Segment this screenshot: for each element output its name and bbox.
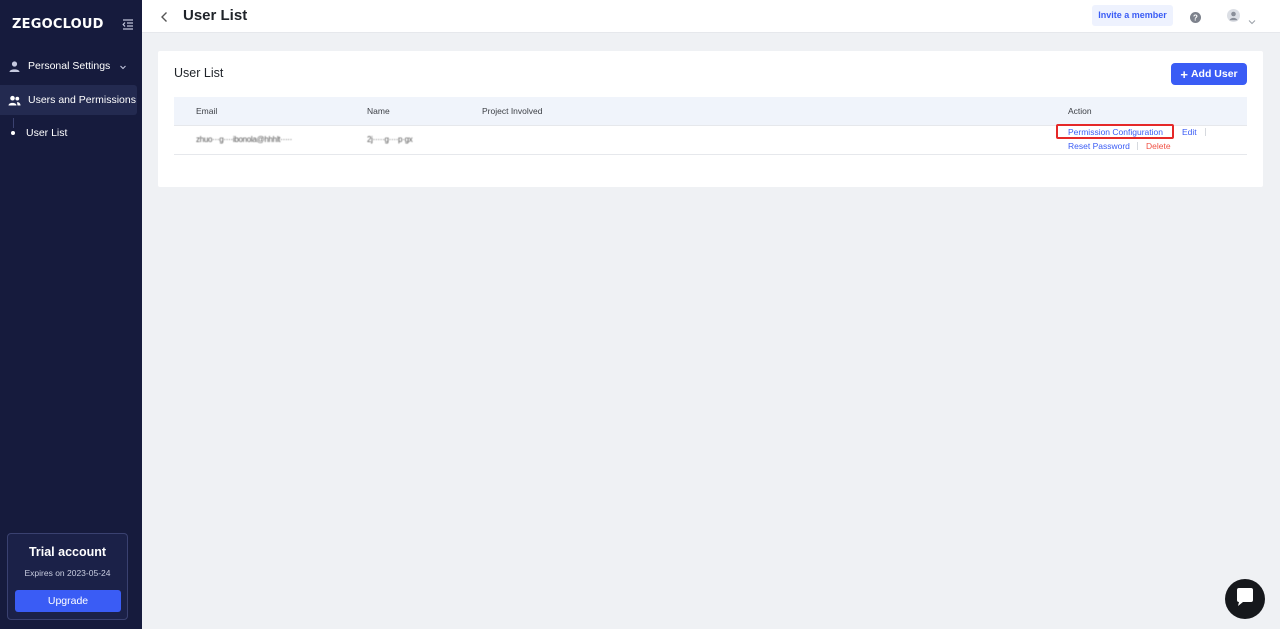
chat-bubble-icon — [1235, 587, 1255, 612]
collapse-menu-icon[interactable] — [122, 18, 134, 31]
chat-support-button[interactable] — [1225, 579, 1265, 619]
sidebar-subitem-user-list[interactable]: User List — [0, 124, 137, 142]
table-header: Email Name Project Involved Action — [174, 97, 1247, 126]
sidebar: ZEGOCLOUD Personal Settings Users and Pe… — [0, 0, 142, 629]
chevron-down-icon — [119, 62, 127, 70]
logo-row: ZEGOCLOUD — [12, 17, 134, 33]
sidebar-item-label: Personal Settings — [28, 60, 111, 72]
invite-member-button[interactable]: Invite a member — [1092, 5, 1173, 26]
reset-password-link[interactable]: Reset Password — [1068, 141, 1130, 151]
plus-icon: + — [1180, 66, 1188, 82]
edit-link[interactable]: Edit — [1182, 127, 1197, 137]
bullet-icon — [11, 131, 15, 135]
divider — [1205, 128, 1206, 136]
user-list-card: User List + Add User Email Name Project … — [158, 51, 1263, 187]
column-header-email: Email — [196, 106, 218, 116]
table-row: zhuo···g····ibonola@hhhlt····· 2j·····g·… — [174, 124, 1247, 155]
trial-expiry: Expires on 2023-05-24 — [24, 568, 111, 578]
trial-title: Trial account — [28, 545, 107, 559]
upgrade-button[interactable]: Upgrade — [15, 590, 121, 612]
delete-link[interactable]: Delete — [1146, 141, 1171, 151]
column-header-project: Project Involved — [482, 106, 543, 116]
logo[interactable]: ZEGOCLOUD — [12, 17, 104, 32]
column-header-action: Action — [1068, 106, 1092, 116]
page-title: User List — [183, 7, 248, 24]
chevron-down-icon[interactable] — [1248, 12, 1256, 25]
sidebar-subitem-label: User List — [26, 127, 68, 139]
avatar-icon[interactable] — [1227, 9, 1240, 22]
back-arrow-icon[interactable] — [160, 10, 169, 22]
divider — [1137, 142, 1138, 150]
svg-text:?: ? — [1193, 13, 1198, 22]
user-icon — [8, 60, 21, 73]
permission-configuration-link[interactable]: Permission Configuration — [1068, 127, 1163, 137]
add-user-button[interactable]: + Add User — [1171, 63, 1247, 85]
users-icon — [8, 94, 21, 107]
add-user-label: Add User — [1190, 68, 1238, 80]
name-cell: 2j·····g····p·gx — [367, 135, 413, 144]
column-header-name: Name — [367, 106, 390, 116]
sidebar-item-personal-settings[interactable]: Personal Settings — [0, 51, 137, 81]
card-title: User List — [174, 66, 224, 80]
sidebar-item-users-and-permissions[interactable]: Users and Permissions — [0, 85, 137, 115]
help-icon[interactable]: ? — [1190, 10, 1201, 23]
top-header: User List Invite a member ? — [142, 0, 1280, 33]
sidebar-item-label: Users and Permissions — [28, 94, 136, 106]
trial-account-panel: Trial account Expires on 2023-05-24 Upgr… — [7, 533, 128, 620]
email-cell: zhuo···g····ibonola@hhhlt····· — [196, 135, 293, 144]
user-table: Email Name Project Involved Action zhuo·… — [174, 97, 1247, 155]
